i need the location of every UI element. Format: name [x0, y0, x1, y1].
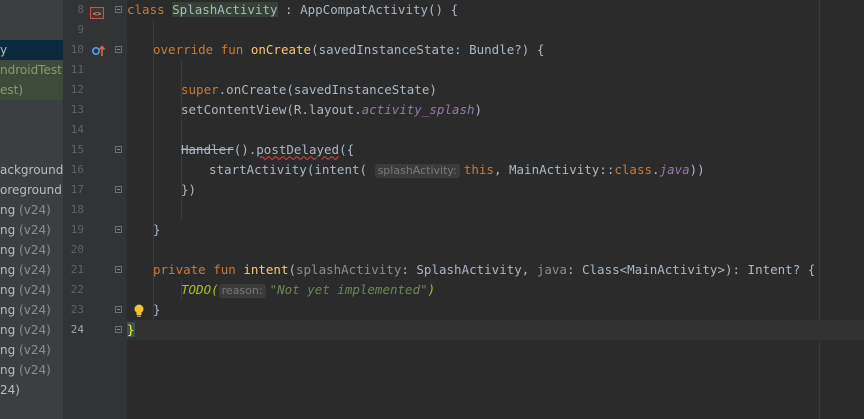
- project-tree-item-label: ng: [0, 203, 20, 217]
- line-number[interactable]: 20: [63, 240, 84, 260]
- project-tree-item-qualifier: (v24): [19, 323, 51, 337]
- project-tree-item[interactable]: y: [0, 40, 63, 60]
- code-editor[interactable]: class SplashActivity : AppCompatActivity…: [127, 0, 864, 419]
- project-tree-item[interactable]: est): [0, 80, 63, 100]
- fold-toggle-oncreate-end[interactable]: [115, 226, 122, 233]
- project-tree-item[interactable]: ng (v24): [0, 280, 51, 300]
- line-number[interactable]: 12: [63, 80, 84, 100]
- project-tree-item-label: est): [0, 83, 24, 97]
- fold-toggle-oncreate[interactable]: [115, 46, 122, 53]
- project-tree-item[interactable]: ng (v24): [0, 320, 51, 340]
- project-tree-item-qualifier: (v24): [19, 223, 51, 237]
- param-hint: reason:: [218, 284, 266, 298]
- project-tree-item-qualifier: (v24): [19, 343, 51, 357]
- code-line-16[interactable]: startActivity(intent( splashActivity: thi…: [209, 160, 705, 180]
- project-tree-item[interactable]: ng (v24): [0, 200, 51, 220]
- code-line-13[interactable]: setContentView(R.layout.activity_splash): [181, 100, 482, 120]
- project-tree-item-label: ng: [0, 363, 20, 377]
- project-tree-item[interactable]: ng (v24): [0, 260, 51, 280]
- project-tree-panel: y ndroidTest) est) ackground. oreground.x ng …: [0, 0, 63, 419]
- line-number[interactable]: 16: [63, 160, 84, 180]
- code-line-8[interactable]: class SplashActivity : AppCompatActivity…: [127, 0, 458, 20]
- fold-toggle-intent[interactable]: [115, 266, 122, 273]
- project-tree-item-qualifier: (v24): [19, 303, 51, 317]
- fold-toggle-handler-end[interactable]: [115, 186, 122, 193]
- line-number[interactable]: 9: [63, 20, 84, 40]
- line-number[interactable]: 11: [63, 60, 84, 80]
- line-number[interactable]: 17: [63, 180, 84, 200]
- line-number[interactable]: 8: [63, 0, 84, 20]
- fold-strip: [111, 0, 127, 419]
- project-tree-item[interactable]: ng (v24): [0, 300, 51, 320]
- line-number[interactable]: 10: [63, 40, 84, 60]
- line-number[interactable]: 18: [63, 200, 84, 220]
- project-tree-item-label: ng: [0, 283, 20, 297]
- project-tree-item-qualifier: (v24): [19, 243, 51, 257]
- project-tree-item-qualifier: (v24): [19, 203, 51, 217]
- code-line-22[interactable]: TODO(reason: "Not yet implemented"): [181, 280, 435, 300]
- fold-toggle-intent-end[interactable]: [115, 306, 122, 313]
- line-number[interactable]: 13: [63, 100, 84, 120]
- fold-toggle-handler[interactable]: [115, 146, 122, 153]
- fold-toggle-class[interactable]: [115, 6, 122, 13]
- line-number[interactable]: 21: [63, 260, 84, 280]
- project-tree-item-label: ng: [0, 323, 20, 337]
- code-line-23[interactable]: }: [153, 300, 161, 320]
- project-tree-item-qualifier: (v24): [19, 363, 51, 377]
- code-line-12[interactable]: super.onCreate(savedInstanceState): [181, 80, 437, 100]
- line-number[interactable]: 23: [63, 300, 84, 320]
- line-number[interactable]: 14: [63, 120, 84, 140]
- project-tree-item-qualifier: (v24): [19, 283, 51, 297]
- project-tree-item[interactable]: 24): [0, 380, 20, 400]
- project-tree-item[interactable]: ng (v24): [0, 360, 51, 380]
- code-line-21[interactable]: private fun intent(splashActivity: Splas…: [153, 260, 815, 280]
- code-line-10[interactable]: override fun onCreate(savedInstanceState…: [153, 40, 544, 60]
- project-tree-item-label: 24): [0, 383, 20, 397]
- fold-toggle-class-end[interactable]: [115, 326, 122, 333]
- line-number[interactable]: 22: [63, 280, 84, 300]
- project-tree-item-label: ng: [0, 263, 20, 277]
- project-tree-item-label: ng: [0, 223, 20, 237]
- class-file-icon[interactable]: <>: [90, 4, 104, 23]
- line-number[interactable]: 19: [63, 220, 84, 240]
- project-tree-item-label: ackground.: [0, 163, 63, 177]
- override-method-icon[interactable]: [91, 43, 106, 62]
- project-tree-item-label: ng: [0, 243, 20, 257]
- matched-brace: }: [127, 322, 135, 337]
- svg-text:<>: <>: [93, 10, 101, 18]
- project-tree-item[interactable]: ackground.: [0, 160, 63, 180]
- project-tree-item-label: oreground.x: [0, 183, 63, 197]
- line-number[interactable]: 24: [63, 320, 84, 340]
- code-line-15[interactable]: Handler().postDelayed({: [181, 140, 354, 160]
- param-hint: splashActivity:: [374, 164, 460, 178]
- project-tree-item[interactable]: ng (v24): [0, 220, 51, 240]
- code-line-19[interactable]: }: [153, 220, 161, 240]
- line-number[interactable]: 15: [63, 140, 84, 160]
- project-tree-item-label: ndroidTest): [0, 63, 63, 77]
- project-tree-item[interactable]: ng (v24): [0, 240, 51, 260]
- project-tree-item-label: y: [0, 43, 8, 57]
- project-tree-item[interactable]: ng (v24): [0, 340, 51, 360]
- class-name: SplashActivity: [172, 2, 278, 17]
- project-tree-item[interactable]: oreground.x: [0, 180, 63, 200]
- editor-gutter[interactable]: <> 8 9 10 11 12 13 14 15 16 17 18 19 20 21 22 23 24: [63, 0, 111, 419]
- project-tree-item-label: ng: [0, 303, 20, 317]
- code-line-17[interactable]: }): [181, 180, 196, 200]
- project-tree-item-qualifier: (v24): [19, 263, 51, 277]
- project-tree-item-label: ng: [0, 343, 20, 357]
- project-tree-item[interactable]: ndroidTest): [0, 60, 63, 80]
- code-line-24[interactable]: }: [127, 320, 135, 340]
